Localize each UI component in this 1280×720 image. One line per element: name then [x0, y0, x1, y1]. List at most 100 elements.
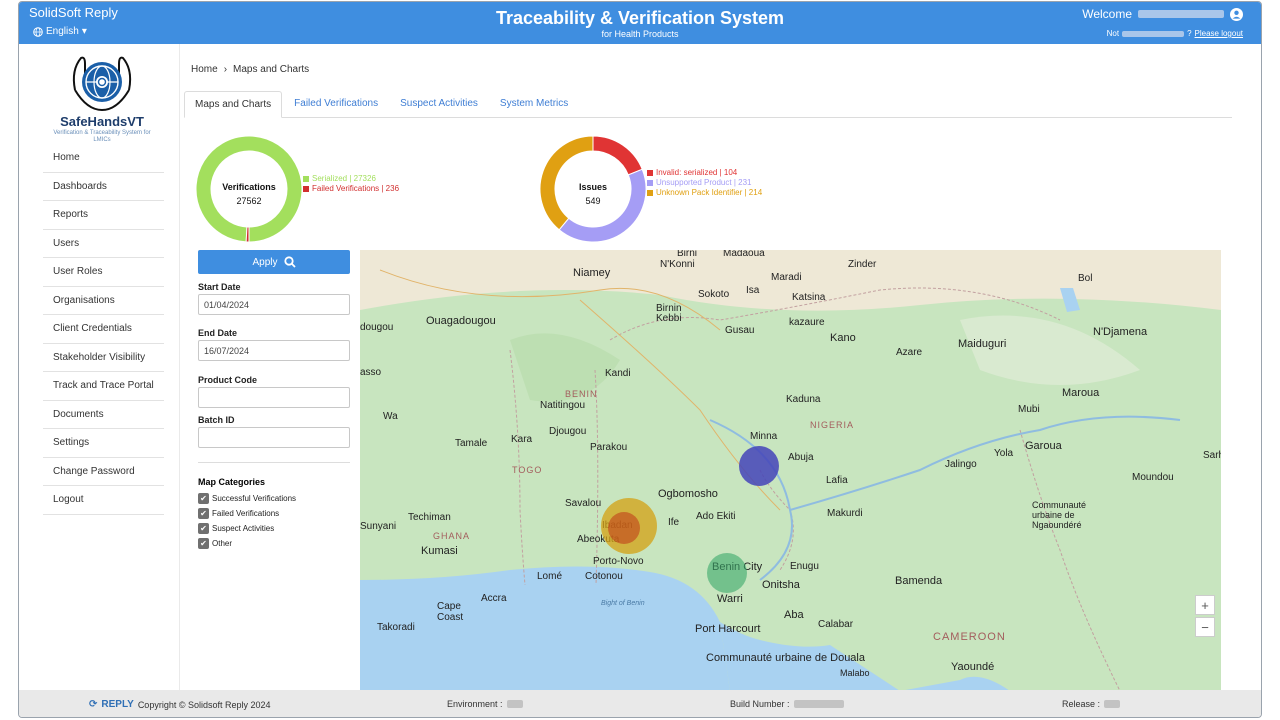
map-label: Bol [1078, 273, 1093, 284]
map-label: N'Konni [660, 259, 695, 270]
verifications-chart-title: Verifications [222, 182, 276, 192]
page-title: Traceability & Verification System [495, 8, 785, 28]
category-successful-verifications[interactable]: ✔ Successful Verifications [198, 493, 296, 504]
legend-item-unsupported-product[interactable]: Unsupported Product | 231 [647, 178, 762, 188]
map-label: CAMEROON [933, 631, 1006, 643]
sidebar-item-user-roles[interactable]: User Roles [43, 258, 164, 287]
checkbox-checked-icon[interactable]: ✔ [198, 493, 209, 504]
product-code-field[interactable] [198, 387, 350, 408]
map-label: Maiduguri [958, 338, 1007, 350]
checkbox-checked-icon[interactable]: ✔ [198, 538, 209, 549]
issues-slice-0[interactable] [592, 135, 643, 176]
map-categories-title: Map Categories [198, 477, 266, 487]
redacted-username [1138, 10, 1224, 18]
map-label: Ife [668, 517, 680, 528]
breadcrumb-home[interactable]: Home [191, 64, 218, 75]
end-date-field[interactable] [198, 340, 350, 361]
footer-release: Release : [1062, 699, 1121, 709]
map-label: Niamey [573, 267, 611, 279]
map-label: GHANA [433, 531, 471, 541]
batch-id-label: Batch ID [198, 415, 235, 425]
build-label: Build Number : [730, 699, 790, 709]
start-date-field[interactable] [198, 294, 350, 315]
checkbox-checked-icon[interactable]: ✔ [198, 523, 209, 534]
legend-item-serialized[interactable]: Serialized | 27326 [303, 174, 399, 184]
issues-chart-title: Issues [578, 182, 608, 192]
map-label: Yola [994, 448, 1014, 459]
map-label: Tamale [455, 438, 488, 449]
map-label: Azare [896, 347, 923, 358]
legend-item-unknown-pack[interactable]: Unknown Pack Identifier | 214 [647, 188, 762, 198]
map-label: Maradi [771, 272, 802, 283]
map-label: Port Harcourt [695, 623, 761, 635]
tab-failed-verifications[interactable]: Failed Verifications [284, 91, 388, 118]
map-label: Communauté urbaine de Douala [706, 652, 865, 664]
logout-link[interactable]: Please logout [1195, 29, 1243, 38]
sidebar-item-users[interactable]: Users [43, 230, 164, 258]
redacted-username-2 [1122, 30, 1185, 37]
sidebar-item-dashboards[interactable]: Dashboards [43, 173, 164, 201]
sidebar-item-reports[interactable]: Reports [43, 201, 164, 230]
map-label: Maroua [1062, 387, 1100, 399]
sidebar-item-client-credentials[interactable]: Client Credentials [43, 315, 164, 344]
zoom-in-button[interactable]: + [1195, 595, 1215, 615]
sidebar-item-change-password[interactable]: Change Password [43, 458, 164, 486]
sidebar-item-track-and-trace[interactable]: Track and Trace Portal [43, 372, 164, 401]
map-label: Calabar [818, 619, 854, 630]
map-label: Mubi [1018, 404, 1040, 415]
checkbox-checked-icon[interactable]: ✔ [198, 508, 209, 519]
legend-swatch [647, 190, 653, 196]
map-label: Onitsha [762, 579, 800, 591]
category-label: Suspect Activities [212, 524, 275, 533]
search-icon [283, 256, 296, 268]
redacted-environment [506, 700, 523, 708]
page-subtitle: for Health Products [601, 29, 679, 39]
map-label: BENIN [565, 389, 598, 399]
welcome-area: Welcome [1082, 7, 1243, 21]
logo-tagline: Verification & Traceability System for L… [53, 130, 151, 143]
user-icon[interactable] [1230, 7, 1243, 21]
category-suspect-activities[interactable]: ✔ Suspect Activities [198, 523, 274, 534]
map-label: Lomé [537, 571, 563, 582]
map-label: Makurdi [827, 508, 863, 519]
legend-swatch [303, 176, 309, 182]
tab-system-metrics[interactable]: System Metrics [490, 91, 578, 118]
category-label: Successful Verifications [212, 494, 297, 503]
sidebar-item-organisations[interactable]: Organisations [43, 287, 164, 315]
legend-item-invalid-serialized[interactable]: Invalid: serialized | 104 [647, 168, 762, 178]
map-label: Moundou [1132, 472, 1174, 483]
tab-bar: Maps and Charts Failed Verifications Sus… [184, 91, 1232, 118]
sidebar-item-settings[interactable]: Settings [43, 429, 164, 458]
sidebar-item-logout[interactable]: Logout [43, 486, 164, 515]
footer-environment: Environment : [447, 699, 523, 709]
category-other[interactable]: ✔ Other [198, 538, 232, 549]
category-failed-verifications[interactable]: ✔ Failed Verifications [198, 508, 279, 519]
top-header: SolidSoft Reply English ▾ Traceability &… [19, 2, 1261, 44]
map-label: Ibadan [602, 520, 633, 531]
verifications-slice-1[interactable] [245, 226, 250, 243]
map-label: Katsina [792, 292, 826, 303]
sidebar-item-stakeholder-visibility[interactable]: Stakeholder Visibility [43, 344, 164, 372]
sidebar-item-home[interactable]: Home [43, 144, 164, 173]
map-label: Lafia [826, 475, 848, 486]
tab-suspect-activities[interactable]: Suspect Activities [390, 91, 488, 118]
tab-maps-and-charts[interactable]: Maps and Charts [184, 91, 283, 118]
legend-item-failed[interactable]: Failed Verifications | 236 [303, 184, 399, 194]
map-label: Kara [511, 434, 533, 445]
redacted-release [1104, 700, 1121, 708]
apply-button[interactable]: Apply [198, 250, 350, 274]
footer-copyright: ⟳ REPLY Copyright © Solidsoft Reply 2024 [89, 699, 271, 710]
map-label: Abuja [788, 452, 814, 463]
map-view[interactable]: Birni N'Konni Madaoua Zinder Bol Niamey … [360, 250, 1221, 691]
batch-id-field[interactable] [198, 427, 350, 448]
release-label: Release : [1062, 699, 1101, 709]
zoom-out-button[interactable]: − [1195, 617, 1215, 637]
map-label: Aba [784, 609, 804, 621]
not-user-line: Not ? Please logout [1106, 29, 1243, 38]
map-label: Ouagadougou [426, 315, 496, 327]
logo-name: SafeHandsVT [60, 114, 144, 129]
sidebar-item-documents[interactable]: Documents [43, 401, 164, 429]
apply-label: Apply [252, 256, 278, 268]
map-label: Bight of Benin [601, 600, 645, 607]
verifications-chart-total: 27562 [236, 196, 262, 206]
